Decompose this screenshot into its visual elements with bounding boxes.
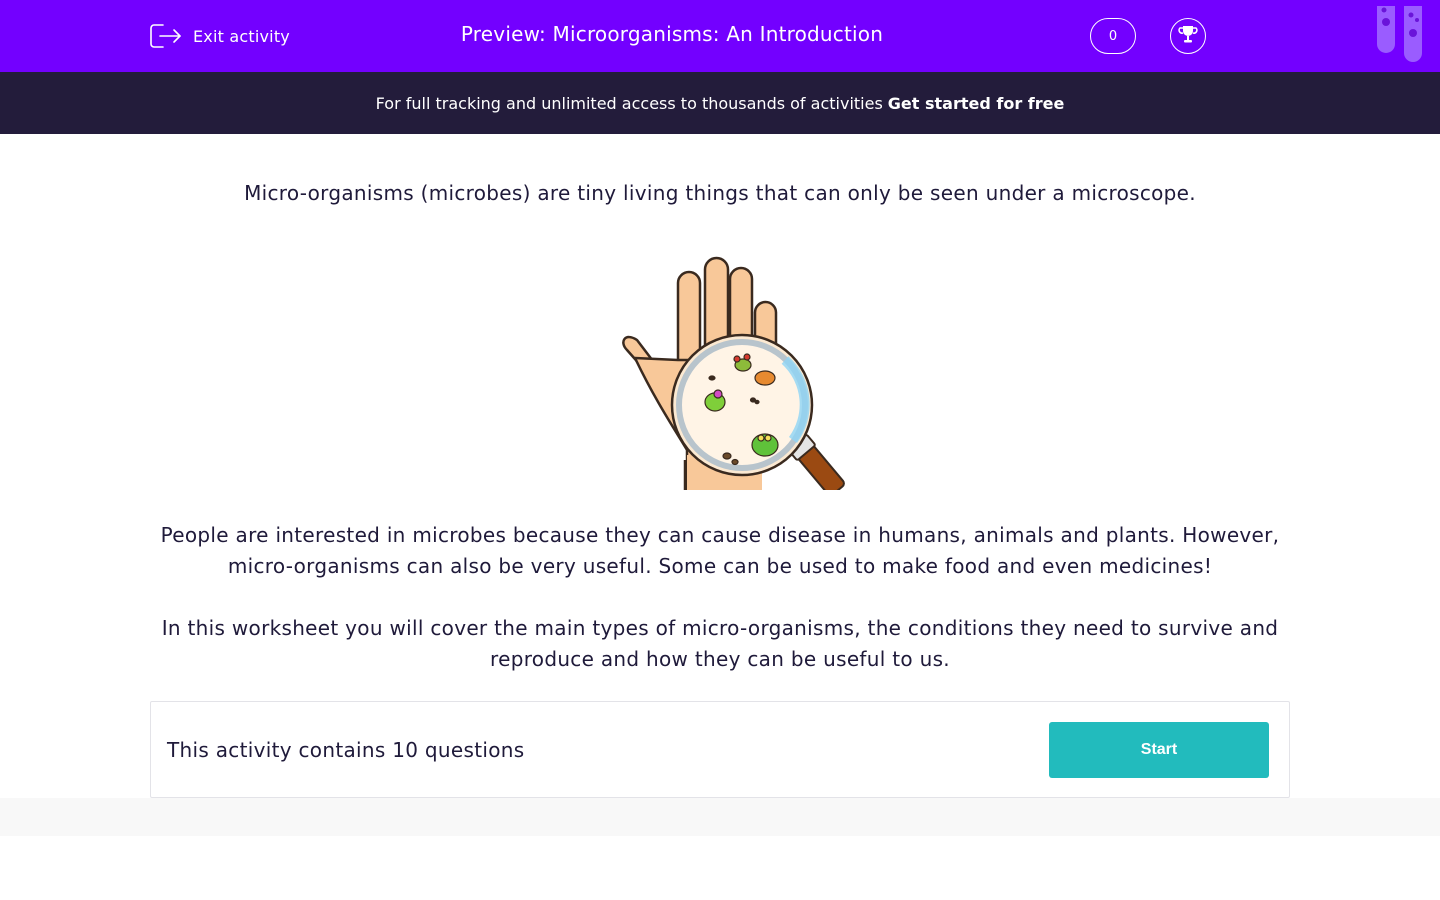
banner-text: For full tracking and unlimited access t… bbox=[375, 93, 883, 113]
exit-icon bbox=[149, 21, 183, 51]
signup-banner: For full tracking and unlimited access t… bbox=[0, 72, 1440, 134]
intro-text: Micro-organisms (microbes) are tiny livi… bbox=[244, 181, 1196, 205]
test-tubes-logo bbox=[1374, 6, 1426, 64]
get-started-link[interactable]: Get started for free bbox=[888, 94, 1065, 113]
body-paragraph-2: In this worksheet you will cover the mai… bbox=[161, 616, 1279, 671]
page-title: Preview: Microorganisms: An Introduction bbox=[460, 22, 884, 46]
question-count-text: This activity contains 10 questions bbox=[167, 738, 525, 762]
body-paragraph-1: People are interested in microbes becaus… bbox=[160, 523, 1280, 578]
start-button[interactable]: Start bbox=[1049, 722, 1269, 778]
trophy-icon bbox=[1177, 23, 1199, 49]
activity-card: This activity contains 10 questions Star… bbox=[150, 701, 1290, 798]
exit-activity-label: Exit activity bbox=[193, 26, 290, 46]
score-badge: 0 bbox=[1090, 18, 1136, 54]
trophy-button[interactable] bbox=[1170, 18, 1206, 54]
exit-activity-button[interactable]: Exit activity bbox=[149, 20, 290, 52]
top-navigation-bar: Exit activity Preview: Microorganisms: A… bbox=[0, 0, 1440, 72]
hand-magnifier-illustration bbox=[615, 250, 850, 497]
footer-background bbox=[0, 798, 1440, 836]
